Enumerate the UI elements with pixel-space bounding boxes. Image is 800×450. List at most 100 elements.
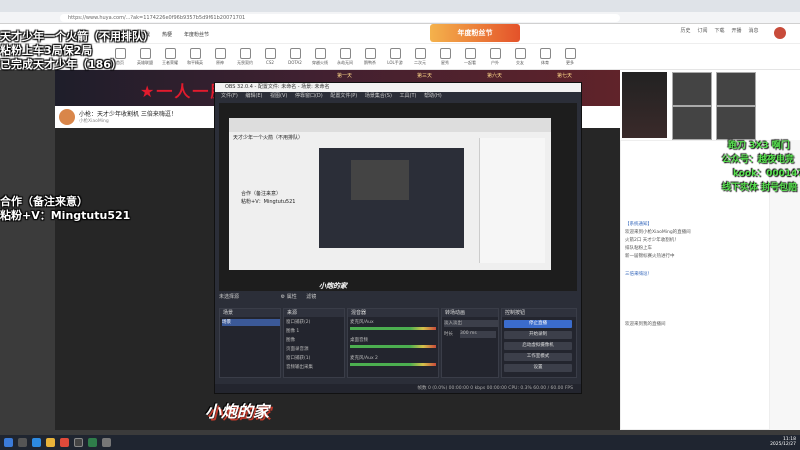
category-item[interactable]: 原神 xyxy=(212,48,228,66)
category-item[interactable]: 王者荣耀 xyxy=(162,48,178,66)
video-thumbnail[interactable] xyxy=(716,72,756,106)
folder-icon[interactable] xyxy=(46,438,55,447)
transitions-title: 转场动画 xyxy=(442,309,498,317)
menu-docks[interactable]: 停靠窗口(D) xyxy=(295,93,323,99)
overlay-text-right: 公众号：越夜电竞 xyxy=(722,155,795,165)
overlay-text: 粘粉+V：Mingtutu521 xyxy=(0,209,131,222)
chat-message: 欢迎来到我的直播间 xyxy=(625,322,666,327)
sources-title: 来源 xyxy=(284,309,344,317)
nav-item-fanfest[interactable]: 年度粉丝节 xyxy=(184,31,209,38)
nav-item-memes[interactable]: 热梗 xyxy=(162,31,172,38)
promo-image[interactable] xyxy=(622,72,667,138)
download-icon[interactable]: 下载 xyxy=(714,27,725,41)
menu-scene-collection[interactable]: 场景集合(S) xyxy=(365,93,392,99)
search-icon[interactable] xyxy=(18,438,27,447)
windows-start-icon[interactable] xyxy=(4,438,13,447)
category-item[interactable]: 鹅鸭杀 xyxy=(362,48,378,66)
category-item[interactable]: LOL手游 xyxy=(387,48,403,66)
streamer-avatar[interactable] xyxy=(59,109,75,125)
source-item[interactable]: 图像 1 xyxy=(286,328,299,335)
nested-obs xyxy=(319,148,464,248)
category-item[interactable]: 无畏契约 xyxy=(237,48,253,66)
category-item[interactable]: 穿越火线 xyxy=(312,48,328,66)
nested-obs-preview xyxy=(351,160,409,200)
avatar[interactable] xyxy=(774,27,786,39)
obs-icon[interactable] xyxy=(74,438,83,447)
duration-label: 时长 xyxy=(444,332,453,337)
menu-tools[interactable]: 工具(T) xyxy=(400,93,417,99)
app-icon[interactable] xyxy=(88,438,97,447)
streamer-name[interactable]: 小枪XiaoMing xyxy=(79,118,109,124)
source-item[interactable]: 图像 xyxy=(286,337,295,344)
banner-day: 第六天 xyxy=(487,73,503,79)
obs-preview[interactable]: 天才少年一个火箭（不用排队） 合作（备注来意） 粘粉+V：Mingtutu521… xyxy=(219,103,577,291)
category-item[interactable]: 和平精英 xyxy=(187,48,203,66)
scene-item[interactable]: 场景 xyxy=(222,319,280,326)
video-thumbnail[interactable] xyxy=(672,106,712,140)
duration-input[interactable]: 300 ms xyxy=(460,331,496,338)
start-recording-button[interactable]: 开始录制 xyxy=(504,331,572,339)
menu-file[interactable]: 文件(F) xyxy=(221,93,238,99)
menu-profile[interactable]: 配置文件(P) xyxy=(330,93,357,99)
chat-message: 排队粘粉上车 xyxy=(625,246,652,251)
message-icon[interactable]: 消息 xyxy=(748,27,759,41)
banner-day: 第一天 xyxy=(337,73,353,79)
menu-view[interactable]: 视图(V) xyxy=(270,93,287,99)
category-item[interactable]: DOTA2 xyxy=(287,48,303,65)
banner-day: 第七天 xyxy=(557,73,573,79)
chat-message: 【系统通知】 xyxy=(625,222,652,227)
source-item[interactable]: 窗口捕获(1) xyxy=(286,355,310,362)
menu-edit[interactable]: 编辑(E) xyxy=(245,93,262,99)
category-item[interactable]: 永劫无间 xyxy=(337,48,353,66)
controls-dock: 控制按钮 停止直播 开始录制 启动虚拟摄像机 工作室模式 设置 xyxy=(501,308,577,378)
mixer-channel-label: 桌面音频 xyxy=(350,338,368,343)
stop-streaming-button[interactable]: 停止直播 xyxy=(504,320,572,328)
obs-window[interactable]: OBS 32.0.4 - 配置文件: 未命名 - 场景: 未命名 文件(F) 编… xyxy=(214,82,582,394)
category-item[interactable]: 英雄联盟 xyxy=(137,48,153,66)
scenes-dock: 场景 场景 xyxy=(219,308,281,378)
nested-capture: 天才少年一个火箭（不用排队） 合作（备注来意） 粘粉+V：Mingtutu521 xyxy=(229,118,551,270)
category-item[interactable]: 二次元 xyxy=(412,48,428,66)
category-item[interactable]: 体育 xyxy=(537,48,553,66)
address-bar[interactable]: https://www.huya.com/...?ak=1174226e0f96… xyxy=(60,14,620,22)
system-clock[interactable]: 11:18 2025/12/27 xyxy=(770,437,796,447)
menu-help[interactable]: 帮助(H) xyxy=(424,93,442,99)
app-icon[interactable] xyxy=(60,438,69,447)
source-item[interactable]: 音频输出采集 xyxy=(286,364,313,371)
browser-tab-strip[interactable] xyxy=(0,0,800,12)
fanfest-banner[interactable]: 年度粉丝节 xyxy=(430,24,520,42)
brand-logo: 小炮的家 xyxy=(205,402,270,421)
virtual-camera-button[interactable]: 启动虚拟摄像机 xyxy=(504,342,572,350)
studio-mode-button[interactable]: 工作室模式 xyxy=(504,353,572,361)
source-item[interactable]: 窗口捕获(2) xyxy=(286,319,310,326)
gear-icon[interactable]: ⚙ xyxy=(281,294,285,300)
app-icon[interactable] xyxy=(102,438,111,447)
obs-titlebar[interactable]: OBS 32.0.4 - 配置文件: 未命名 - 场景: 未命名 xyxy=(215,83,581,92)
overlay-text-right: 跑刀 3X3 啊门 xyxy=(728,141,790,151)
category-item[interactable]: 户外 xyxy=(487,48,503,66)
chat-message: 欢迎来到小枪XiaoMing的直播间 xyxy=(625,230,691,235)
source-item[interactable]: 页面录音源 xyxy=(286,346,309,353)
overlay-text-right: 线下实体 封号包赔 xyxy=(722,183,798,193)
history-icon[interactable]: 历史 xyxy=(680,27,691,41)
edge-icon[interactable] xyxy=(32,438,41,447)
category-item[interactable]: 更多 xyxy=(562,48,578,66)
transitions-dock: 转场动画 淡入淡出 时长 300 ms xyxy=(441,308,499,378)
volume-meter xyxy=(350,345,436,348)
video-thumbnail[interactable] xyxy=(716,106,756,140)
category-item[interactable]: CS2 xyxy=(262,48,278,65)
category-item[interactable]: 交友 xyxy=(512,48,528,66)
properties-button[interactable]: 属性 xyxy=(287,294,297,300)
video-thumbnail[interactable] xyxy=(672,72,712,106)
filter-button[interactable]: 滤镜 xyxy=(306,294,316,300)
broadcast-icon[interactable]: 开播 xyxy=(731,27,742,41)
clock-date: 2025/12/27 xyxy=(770,442,796,447)
settings-button[interactable]: 设置 xyxy=(504,364,572,372)
chat-message: 火箭2口 天才少年收割机！ xyxy=(625,238,679,243)
audio-mixer-dock: 混音器 麦克风/Aux 桌面音频 麦克风/Aux 2 xyxy=(347,308,439,378)
transition-select[interactable]: 淡入淡出 xyxy=(444,320,498,327)
category-item[interactable]: 星秀 xyxy=(437,48,453,66)
subscribe-icon[interactable]: 订阅 xyxy=(697,27,708,41)
category-item[interactable]: 一起看 xyxy=(462,48,478,66)
rank-panel xyxy=(620,70,800,140)
